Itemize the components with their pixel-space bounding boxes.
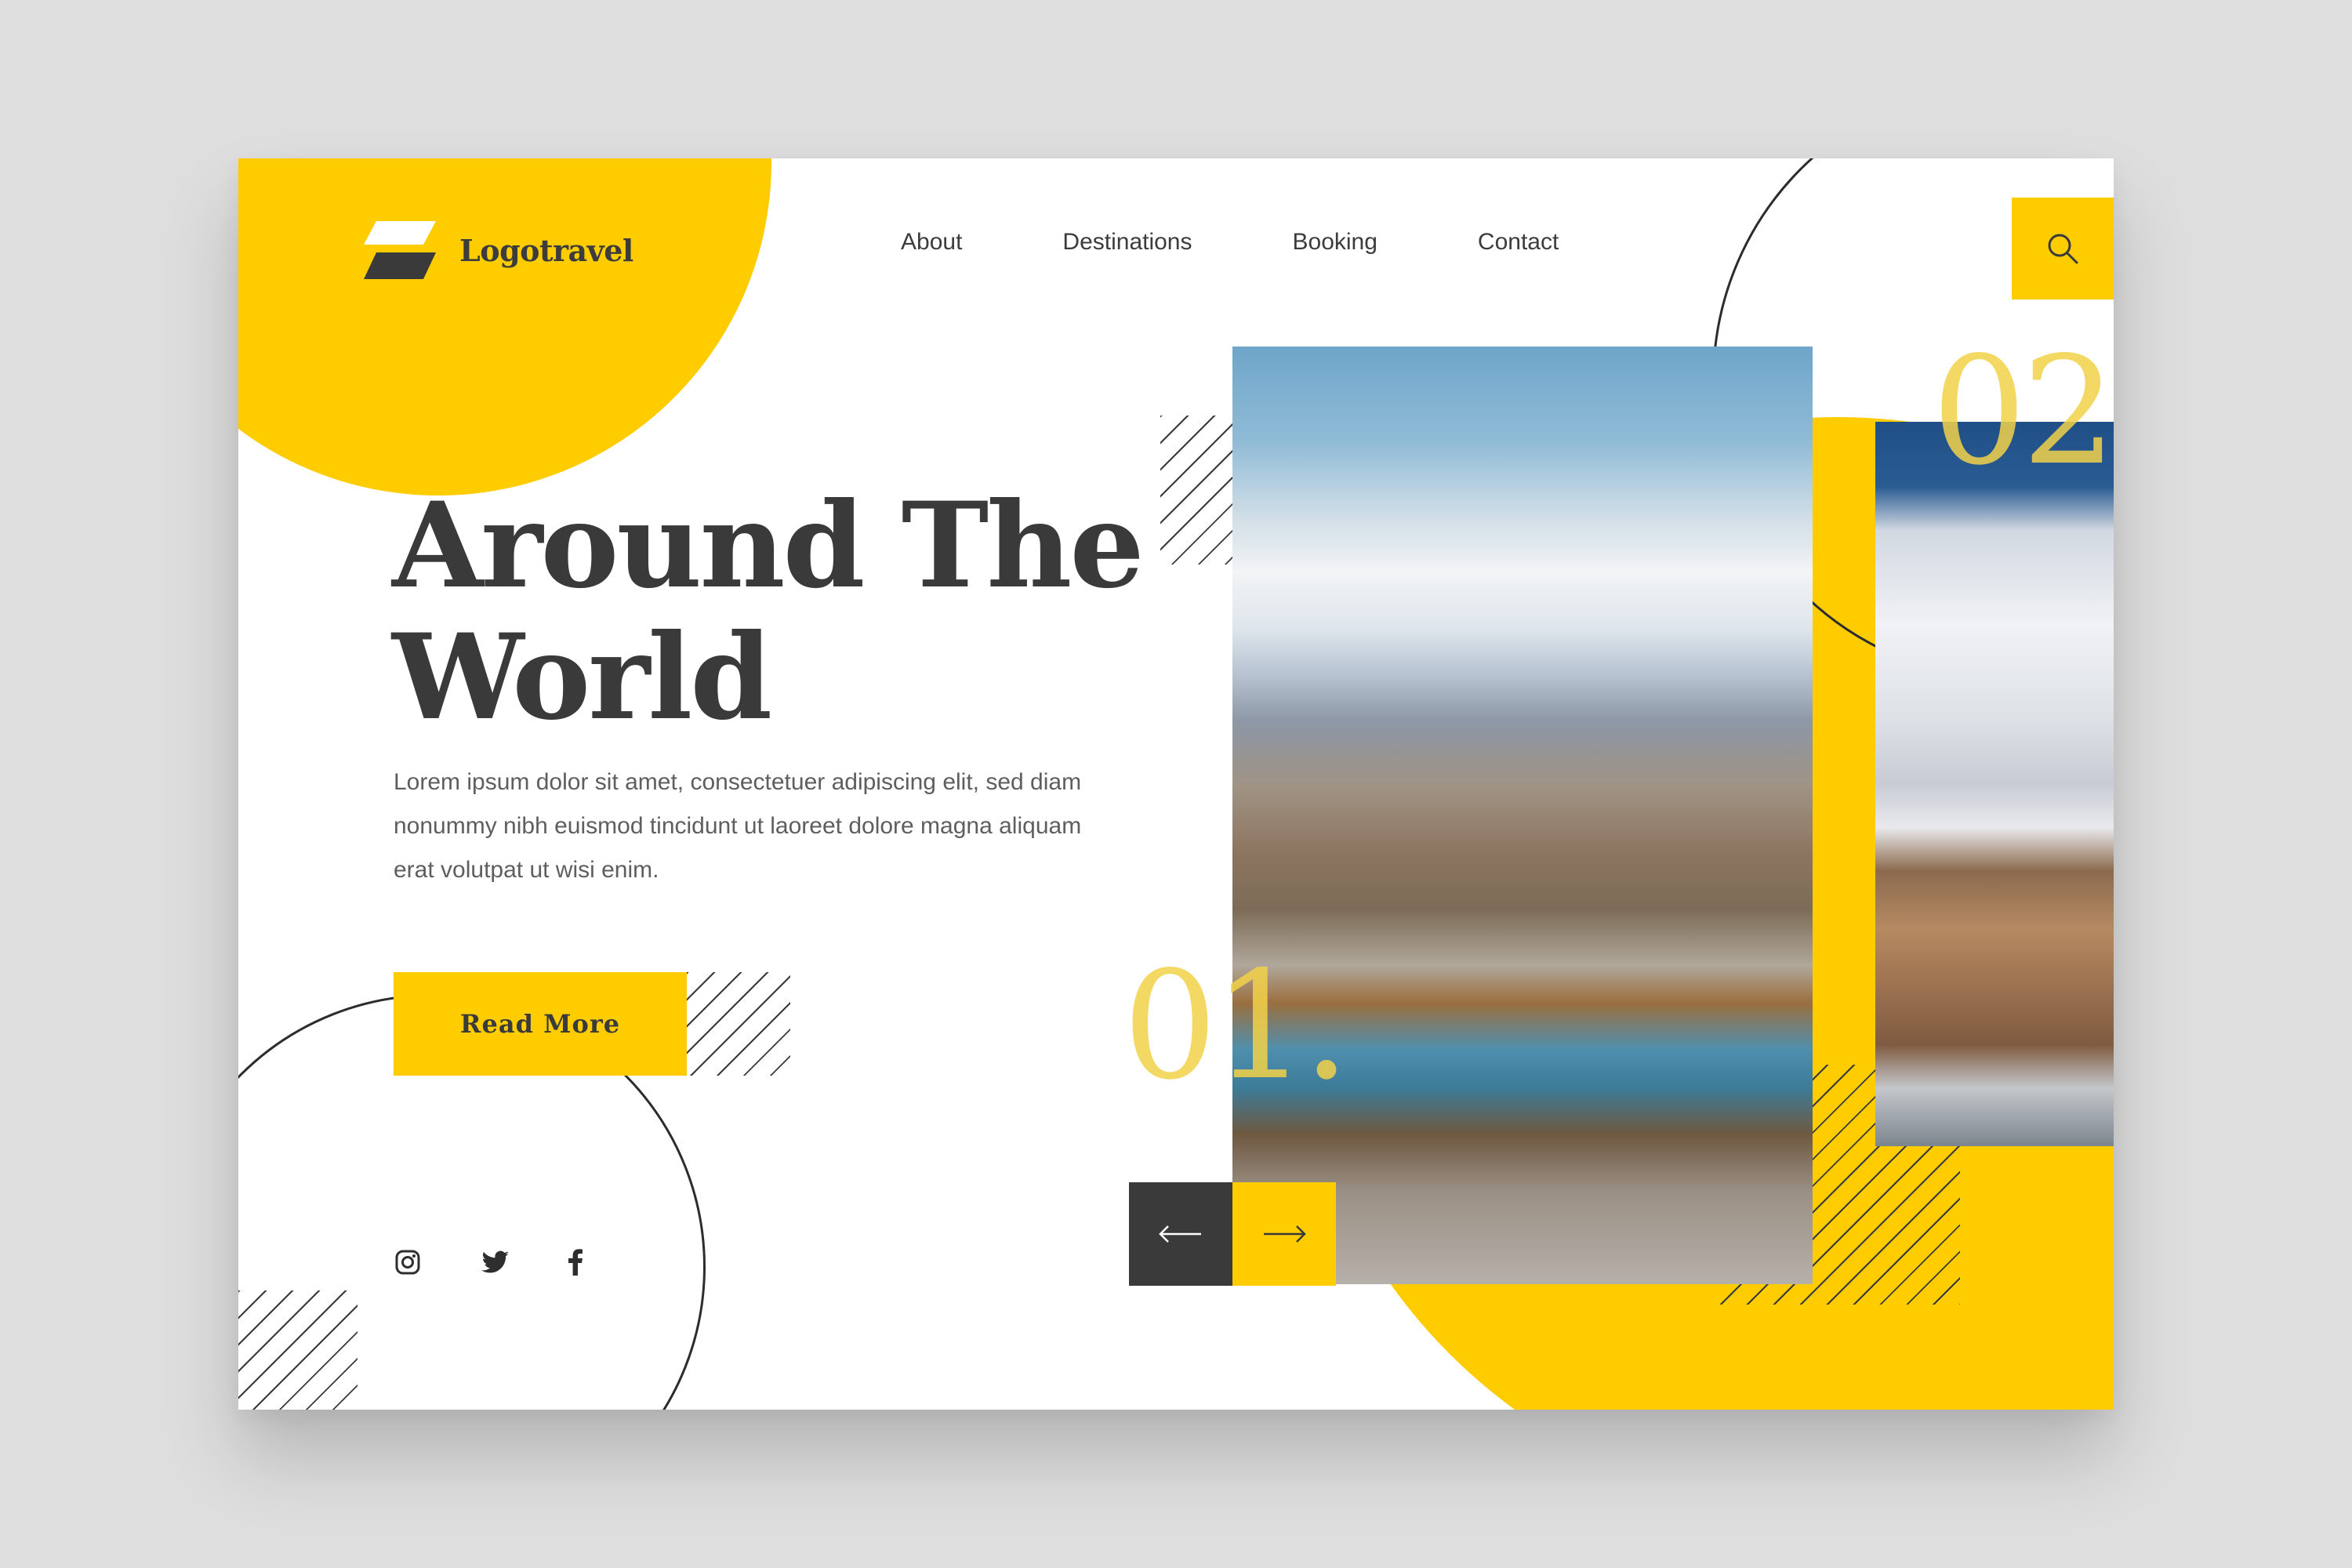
slider-next-button[interactable]	[1232, 1182, 1336, 1286]
instagram-link[interactable]	[392, 1247, 423, 1278]
slide-number-1: 01.	[1123, 939, 1350, 1112]
nav-item-contact[interactable]: Contact	[1478, 229, 1559, 256]
facebook-icon	[568, 1249, 583, 1276]
landing-page: Logotravel About Destinations Booking Co…	[238, 158, 2114, 1410]
instagram-icon	[395, 1250, 420, 1275]
read-more-button[interactable]: Read More	[394, 972, 687, 1076]
decorative-yellow-circle-top-left	[238, 158, 771, 495]
nav-item-destinations[interactable]: Destinations	[1062, 229, 1192, 256]
nav-item-booking[interactable]: Booking	[1293, 229, 1377, 256]
search-icon	[2048, 234, 2078, 264]
hero-description: Lorem ipsum dolor sit amet, consectetuer…	[394, 769, 1082, 883]
hatch-pattern	[687, 972, 790, 1076]
search-button[interactable]	[2012, 198, 2114, 299]
nav-item-about[interactable]: About	[901, 229, 962, 256]
slider-prev-button[interactable]	[1129, 1182, 1232, 1286]
logo-mark-icon	[364, 221, 436, 279]
twitter-link[interactable]	[480, 1247, 511, 1278]
destination-slide-2[interactable]	[1875, 422, 2114, 1146]
hatch-pattern	[238, 1290, 358, 1410]
brand-logo[interactable]: Logotravel	[364, 221, 633, 279]
arrow-left-icon	[1159, 1225, 1201, 1243]
main-nav: About Destinations Booking Contact	[901, 229, 1559, 256]
hero-title-line-1: Around The	[392, 477, 1145, 615]
hero-title-line-2: World	[392, 608, 772, 746]
arrow-right-icon	[1264, 1225, 1306, 1243]
facebook-link[interactable]	[560, 1247, 591, 1278]
hero-title: Around The World	[392, 480, 1160, 743]
slide-number-2: 02	[1932, 325, 2114, 498]
brand-name: Logotravel	[459, 232, 633, 268]
destination-slide-1[interactable]	[1232, 347, 1813, 1284]
twitter-icon	[481, 1250, 509, 1273]
